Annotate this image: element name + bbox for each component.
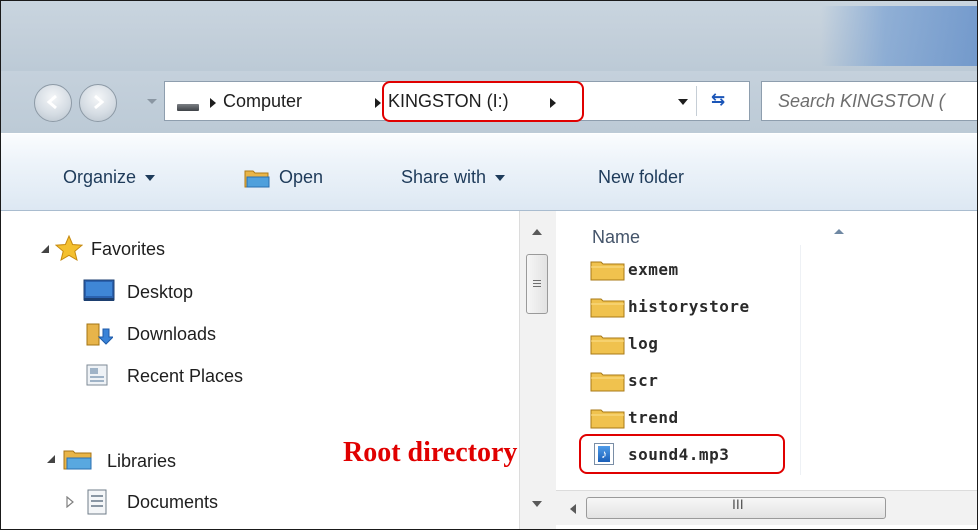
caret-down-icon [495, 175, 506, 182]
scroll-left-arrow-icon[interactable] [570, 504, 576, 514]
horizontal-scrollbar[interactable]: III [556, 490, 977, 525]
refresh-icon[interactable]: ⇆ [704, 90, 732, 112]
file-name: log [628, 334, 659, 353]
scroll-thumb[interactable]: III [586, 496, 886, 519]
folder-icon [590, 409, 625, 429]
nav-pane-scrollbar[interactable] [519, 211, 556, 529]
share-with-button[interactable]: Share with [401, 167, 506, 188]
documents-icon [87, 489, 107, 515]
search-box[interactable]: Search KINGSTON ( [761, 81, 977, 121]
desktop-icon [83, 279, 115, 301]
open-button[interactable]: Open [279, 167, 323, 188]
address-history-dropdown[interactable] [678, 99, 688, 105]
back-button[interactable] [34, 84, 72, 122]
star-icon [55, 235, 83, 261]
file-name: exmem [628, 260, 679, 279]
drive-icon [177, 104, 199, 111]
open-folder-icon [244, 170, 270, 188]
search-placeholder: Search KINGSTON ( [778, 91, 945, 111]
sort-ascending-icon [834, 229, 844, 234]
column-divider [800, 245, 801, 475]
nav-favorites[interactable]: Favorites [91, 239, 165, 260]
column-header-name[interactable]: Name [592, 227, 640, 248]
folder-icon [590, 298, 625, 318]
breadcrumb-computer[interactable]: Computer [223, 91, 302, 112]
title-bar [1, 1, 977, 71]
file-name: scr [628, 371, 659, 390]
forward-button[interactable] [79, 84, 117, 122]
explorer-window: Computer KINGSTON (I:) ⇆ Search KINGSTON… [0, 0, 978, 530]
recent-pages-dropdown[interactable] [147, 99, 157, 104]
annotation-label: Root directory [343, 437, 518, 468]
arrow-right-icon [94, 94, 105, 110]
breadcrumb-chevron-icon[interactable] [210, 98, 216, 108]
nav-downloads[interactable]: Downloads [127, 324, 216, 345]
scroll-up-arrow-icon[interactable] [532, 229, 542, 235]
file-list-pane: Name exmem historystore log scr trend ♪ … [556, 211, 977, 529]
address-highlight-box [382, 81, 584, 122]
scroll-down-arrow-icon[interactable] [532, 501, 542, 507]
grip-line [533, 280, 541, 281]
file-highlight-box [579, 434, 785, 474]
file-name: historystore [628, 297, 750, 316]
folder-icon [590, 372, 625, 392]
libraries-icon [63, 450, 92, 470]
grip-label: III [732, 496, 744, 512]
recent-places-icon [86, 364, 108, 386]
collapse-triangle-icon[interactable] [65, 496, 75, 508]
nav-recent-places[interactable]: Recent Places [127, 366, 243, 387]
navigation-pane: Favorites Desktop Downloads Recent Place… [1, 211, 555, 529]
downloads-folder-icon [86, 323, 113, 346]
organize-label: Organize [63, 167, 137, 187]
organize-button[interactable]: Organize [63, 167, 156, 188]
scroll-thumb[interactable] [526, 254, 548, 314]
glass-reflection [821, 6, 977, 66]
folder-icon [590, 335, 625, 355]
command-bar: Organize Open Share with New folder [1, 133, 977, 211]
caret-down-icon [145, 175, 156, 182]
breadcrumb-chevron-icon[interactable] [375, 98, 381, 108]
nav-libraries[interactable]: Libraries [107, 451, 176, 472]
new-folder-button[interactable]: New folder [598, 167, 684, 188]
address-separator [696, 86, 697, 116]
share-with-label: Share with [401, 167, 487, 187]
grip-line [533, 283, 541, 284]
nav-documents[interactable]: Documents [127, 492, 218, 513]
expand-triangle-icon[interactable] [46, 454, 56, 464]
folder-icon [590, 261, 625, 281]
nav-desktop[interactable]: Desktop [127, 282, 193, 303]
grip-line [533, 286, 541, 287]
file-name: trend [628, 408, 679, 427]
expand-triangle-icon[interactable] [40, 244, 50, 254]
arrow-left-icon [46, 94, 57, 110]
